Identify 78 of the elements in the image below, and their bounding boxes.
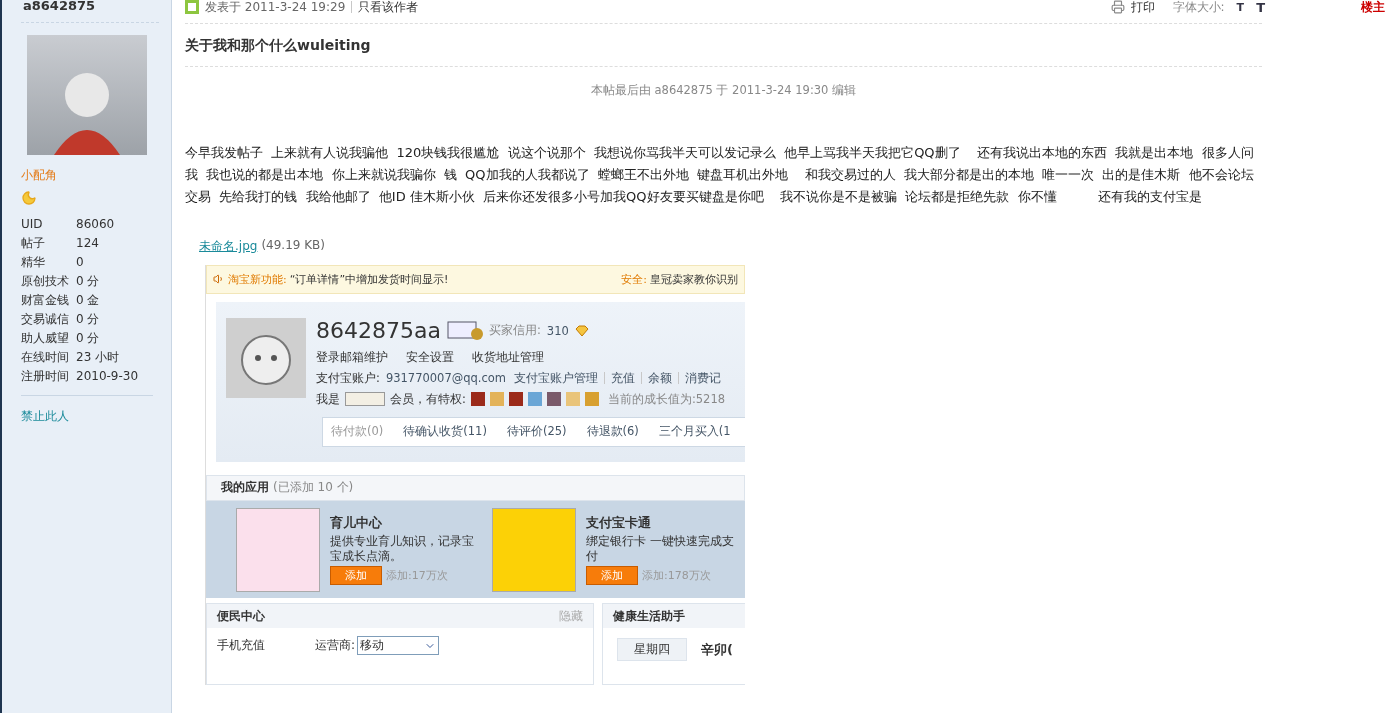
account-name: 8642875aa [316, 317, 441, 344]
notice-text: “订单详情”中增加发货时间显示! [289, 271, 449, 287]
stat-label: UID [21, 217, 44, 231]
security-text: 皇冠卖家教你识别 [650, 271, 738, 287]
account-link[interactable]: 登录邮箱维护 [316, 349, 388, 365]
stat-label: 注册时间 [21, 369, 70, 383]
stat-label: 在线时间 [21, 350, 70, 364]
credit-value: 310 [546, 323, 569, 338]
account-link[interactable]: 余额 [648, 370, 673, 386]
diamond-icon [574, 324, 589, 337]
panel-title: 健康生活助手 [613, 607, 685, 625]
stat-value: 0 分 [76, 312, 101, 326]
order-status-link[interactable]: 待退款(6) [586, 424, 639, 440]
stat-label: 交易诚信 [21, 312, 70, 326]
font-size-link[interactable]: T [1256, 0, 1265, 15]
app-description: 提供专业育儿知识，记录宝宝成长点滴。 [330, 533, 475, 564]
username: a8642875 [21, 0, 159, 23]
stat-label: 原创技术 [21, 274, 70, 288]
moon-icon [21, 190, 37, 206]
speaker-icon [213, 273, 225, 286]
stat-value: 124 [76, 236, 100, 250]
stat-value: 0 [76, 255, 85, 269]
stat-value: 86060 [76, 217, 116, 231]
notice-label: 淘宝新功能: [228, 271, 287, 287]
account-label: 支付宝账户: [316, 370, 380, 386]
edit-note: 本帖最后由 a8642875 于 2011-3-24 19:30 编辑 [589, 83, 858, 98]
apps-count: (已添加 10 个) [273, 479, 354, 497]
attachment-size: (49.19 KB) [261, 238, 326, 254]
stat-value: 0 金 [76, 293, 101, 307]
member-badge-icon [345, 392, 385, 407]
order-status-link[interactable]: 待确认收货(11) [403, 424, 487, 440]
order-status-link[interactable]: 待评价(25) [506, 424, 567, 440]
account-link[interactable]: 消费记 [685, 370, 722, 386]
id-card-icon [446, 320, 483, 341]
app-add-count: 添加:178万次 [642, 567, 711, 583]
app-add-count: 添加:17万次 [386, 567, 448, 583]
carrier-label: 运营商: [315, 637, 356, 654]
email-link[interactable]: 931770007@qq.com [385, 371, 507, 386]
font-size-link[interactable]: T [1236, 0, 1245, 14]
stat-value: 0 分 [76, 331, 101, 345]
only-author-link[interactable]: 只看该作者 [358, 0, 419, 16]
order-status-link[interactable]: 三个月买入(1 [658, 424, 731, 440]
attachment-link[interactable]: 未命名.jpg [199, 238, 258, 255]
stat-label: 财富金钱 [21, 293, 70, 307]
post-title: 关于我和那个什么wuleiting [185, 37, 372, 55]
account-link[interactable]: 收货地址管理 [472, 349, 544, 365]
security-label: 安全: [621, 271, 647, 287]
app-name: 支付宝卡通 [586, 514, 652, 532]
post-date: 发表于 2011-3-24 19:29 [205, 0, 346, 16]
post-body: 今早我发帖子 上来就有人说我骗他 120块钱我很尴尬 说这个说那个 我想说你骂我半天可以发记录么 他早上骂我半天我把它QQ删了 还有我说出本地的东西 我就是出本地 很多人问我 我也说的都是出本地 你上来就说我骗你 钱 QQ加我的人我都说了 螳螂王不出外地 键盘耳机出外地 和我交易过的人 我大部分都是出的本地 唯一一次 出的是佳木斯 他不会论坛交易 先给我打的钱 我给他邮了 他ID 佳木斯小伙 后来你还发很多小号加我QQ好友要买键盘是你吧 我不说你是不是被骗 论坛都是拒绝先款 你不懂 还有我的支付宝是 [185, 144, 1255, 206]
account-link[interactable]: 支付宝账户管理 [514, 370, 599, 386]
user-rank: 小配角 [21, 167, 58, 184]
stat-label: 助人威望 [21, 331, 70, 345]
panel-title: 便民中心 [217, 607, 265, 625]
carrier-select[interactable]: 移动 [357, 636, 440, 655]
print-icon[interactable] [1110, 0, 1125, 14]
app-description: 绑定银行卡 一键快速完成支付 [586, 533, 735, 564]
floor-label: 楼主 [1361, 0, 1385, 16]
post-icon [185, 0, 199, 14]
account-link[interactable]: 安全设置 [406, 349, 454, 365]
growth-value: 当前的成长值为:5218 [607, 391, 726, 407]
stat-label: 帖子 [21, 236, 46, 250]
app-name: 育儿中心 [330, 514, 383, 532]
credit-label: 买家信用: [488, 323, 541, 339]
account-link[interactable]: 充值 [611, 370, 636, 386]
apps-title: 我的应用 [221, 479, 269, 497]
stat-label: 精华 [21, 255, 46, 269]
stat-value: 0 分 [76, 274, 101, 288]
lunar-date: 辛卯( [701, 640, 733, 659]
stat-value: 23 小时 [76, 350, 121, 364]
member-text: 会员，有特权: [390, 391, 466, 407]
member-prefix: 我是 [316, 391, 340, 407]
stat-value: 2010-9-30 [76, 369, 140, 383]
font-size-label: 字体大小: [1172, 0, 1225, 16]
service-menu-item[interactable]: 手机充值 [217, 637, 265, 654]
ban-user-link[interactable]: 禁止此人 [21, 409, 69, 423]
print-link[interactable]: 打印 [1130, 0, 1155, 16]
weekday-label: 星期四 [617, 638, 687, 661]
